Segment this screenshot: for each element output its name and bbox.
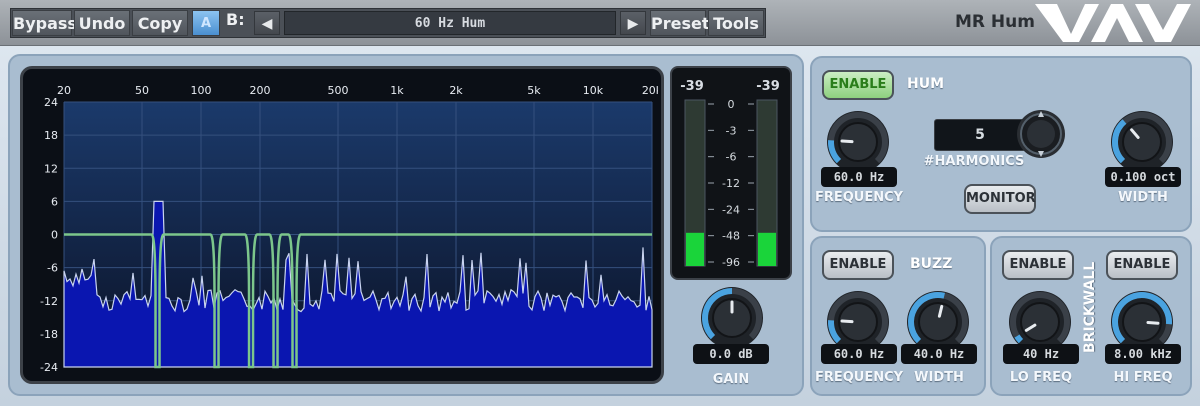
preset-name-display[interactable]: 60 Hz Hum [284,11,616,35]
lo-freq-label: LO FREQ [1009,370,1073,385]
preset-menu-button[interactable]: Preset [650,10,710,36]
db-tick-label: 0 [51,229,58,242]
freq-tick-label: 200 [250,84,271,97]
hum-enable-button[interactable]: ENABLE [822,70,894,100]
triangle-left-icon: ◀ [261,16,273,32]
left-level-bar [686,232,704,266]
right-level-bar [758,232,776,266]
freq-tick-label: 50 [135,84,149,97]
level-meter-graphic: -39 -39 0 -3 -6 -12 -24 -48 -96 [680,79,780,269]
brickwall-lo-enable-button[interactable]: ENABLE [1002,250,1074,280]
hum-width-label: WIDTH [1118,190,1168,205]
meter-scale-label: -24 [722,203,740,216]
copy-button[interactable]: Copy [132,10,188,36]
db-tick-label: 6 [51,195,58,208]
brand-logo [1035,4,1191,42]
db-tick-label: -6 [47,262,58,275]
db-tick-label: 12 [44,162,58,175]
db-tick-label: 18 [44,129,58,142]
db-tick-label: -18 [40,328,58,341]
meter-scale-label: -48 [722,230,740,243]
meter-scale-label: -3 [726,124,737,137]
hum-frequency-label: FREQUENCY [814,190,904,205]
left-peak-readout: -39 [680,79,704,94]
buzz-frequency-value: 60.0 Hz [821,344,897,364]
bypass-button[interactable]: Bypass [12,10,77,36]
undo-button[interactable]: Undo [74,10,130,36]
harmonics-label: #HARMONICS [923,154,1025,169]
buzz-title: BUZZ [910,256,953,272]
meter-scale-label: -96 [722,256,740,269]
lo-freq-value: 40 Hz [1003,344,1079,364]
db-tick-label: 24 [44,96,58,109]
tools-menu-button[interactable]: Tools [708,10,764,36]
meter-scale-label: -12 [722,177,740,190]
buzz-width-label: WIDTH [914,370,964,385]
hum-frequency-value: 60.0 Hz [821,167,897,187]
right-peak-readout: -39 [756,79,780,94]
hi-freq-label: HI FREQ [1113,370,1173,385]
gain-value: 0.0 dB [693,344,769,364]
next-preset-button[interactable]: ▶ [620,11,646,35]
brickwall-hi-enable-button[interactable]: ENABLE [1106,250,1178,280]
freq-tick-label: 100 [190,84,211,97]
spectrum-analyzer: 20 50 100 200 500 1k 2k 5k 10k 20k 24 18 12 6 0 -6 -12 -1… [40,84,658,374]
freq-tick-label: 10k [583,84,604,97]
freq-tick-label: 1k [390,84,404,97]
hi-freq-value: 8.00 kHz [1105,344,1181,364]
buzz-enable-button[interactable]: ENABLE [822,250,894,280]
prev-preset-button[interactable]: ◀ [254,11,280,35]
harmonics-knob[interactable] [1012,108,1070,160]
buzz-frequency-label: FREQUENCY [814,370,904,385]
ab-toggle-button[interactable]: A [192,10,220,36]
freq-tick-label: 20 [57,84,71,97]
plugin-toolbar: Bypass Undo Copy A B: ◀ 60 Hz Hum ▶ Pres… [0,0,1200,46]
meter-scale-label: -6 [726,151,737,164]
plugin-name: MR Hum [955,12,1035,32]
freq-tick-label: 2k [449,84,463,97]
meter-scale-label: 0 [728,98,735,111]
freq-tick-label: 500 [327,84,348,97]
brickwall-title: BRICKWALL [1082,261,1098,353]
db-tick-label: -12 [40,295,58,308]
hum-title: HUM [907,76,945,92]
monitor-button[interactable]: MONITOR [964,184,1036,214]
db-tick-label: -24 [40,361,58,374]
triangle-right-icon: ▶ [627,16,639,32]
b-label: B: [226,10,245,29]
freq-tick-label: 5k [527,84,541,97]
freq-tick-label: 20k [642,84,658,97]
gain-label: GAIN [712,372,750,387]
hum-width-value: 0.100 oct [1105,167,1181,187]
buzz-width-value: 40.0 Hz [901,344,977,364]
